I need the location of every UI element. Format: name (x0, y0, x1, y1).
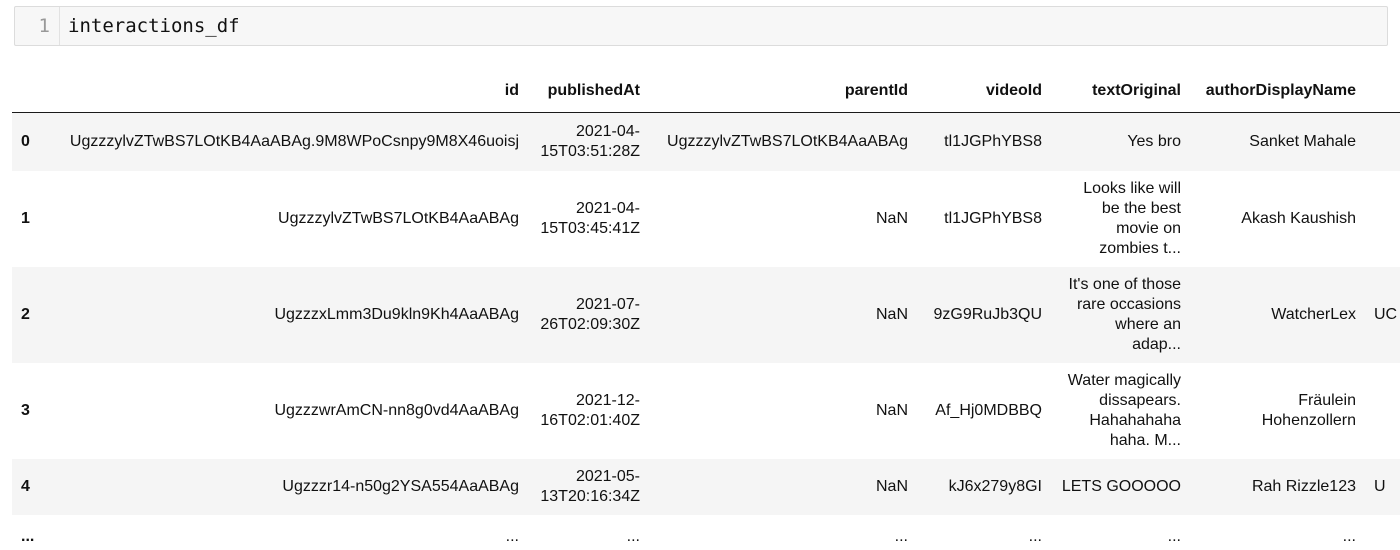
cell-overflow (1365, 113, 1400, 171)
cell-id: UgzzzwrAmCN-nn8g0vd4AaABAg (274, 401, 519, 419)
cell-text-original: It's one of those rare occasions where an a… (1068, 275, 1181, 353)
cell-overflow: U (1374, 477, 1386, 495)
column-header: authorDisplayName (1190, 70, 1365, 113)
ellipsis-cell: ... (626, 527, 640, 545)
column-header (1365, 70, 1400, 113)
cell-video-id: tl1JGPhYBS8 (944, 209, 1042, 227)
table-row: 1 UgzzzylvZTwBS7LOtKB4AaABAg 2021-04- 15T03… (12, 170, 1400, 267)
ellipsis-cell (1365, 515, 1400, 550)
column-header: id (46, 70, 528, 113)
cell-author-display-name: Akash Kaushish (1241, 209, 1356, 227)
index-header (12, 70, 46, 113)
cell-parent-id: NaN (875, 401, 908, 419)
cell-id: Ugzzzr14-n50g2YSA554AaABAg (282, 477, 519, 495)
row-index: 0 (21, 132, 30, 150)
cell-published-at: 2021-04- 15T03:45:41Z (540, 199, 640, 237)
table-row: 4 Ugzzzr14-n50g2YSA554AaABAg 2021-05- 13T20… (12, 458, 1400, 515)
row-index: 4 (21, 477, 30, 495)
column-header: publishedAt (528, 70, 649, 113)
code-cell[interactable]: 1 interactions_df (14, 6, 1388, 46)
notebook-page: 1 interactions_df id publishedAt parentI… (0, 0, 1400, 550)
table-row: 3 UgzzzwrAmCN-nn8g0vd4AaABAg 2021-12- 16T02… (12, 362, 1400, 459)
cell-id: UgzzzylvZTwBS7LOtKB4AaABAg (278, 209, 519, 227)
cell-parent-id: UgzzzylvZTwBS7LOtKB4AaABAg (667, 132, 908, 150)
table-body: 0 UgzzzylvZTwBS7LOtKB4AaABAg.9M8WPoCsnpy9… (12, 112, 1400, 550)
cell-author-display-name: WatcherLex (1271, 305, 1356, 323)
cell-author-display-name: Sanket Mahale (1249, 132, 1356, 150)
cell-published-at: 2021-04- 15T03:51:28Z (540, 122, 640, 160)
cell-published-at: 2021-07- 26T02:09:30Z (540, 295, 640, 333)
cell-published-at: 2021-12- 16T02:01:40Z (540, 391, 640, 429)
row-index: 1 (21, 209, 30, 227)
cell-text-original: Water magically dissapears. Hahahahaha haha… (1067, 371, 1181, 449)
cell-id: UgzzzylvZTwBS7LOtKB4AaABAg.9M8WPoCsnpy9M… (69, 132, 519, 150)
cell-text-original: LETS GOOOOO (1061, 477, 1181, 495)
cell-text-original: Yes bro (1127, 132, 1181, 150)
column-header: parentId (649, 70, 917, 113)
cell-output: id publishedAt parentId videoId textOrig… (12, 70, 1400, 550)
cell-author-display-name: Rah Rizzle123 (1251, 477, 1356, 495)
cell-author-display-name: Fräulein Hohenzollern (1261, 391, 1356, 429)
cell-video-id: kJ6x279y8GI (948, 477, 1042, 495)
cell-video-id: tl1JGPhYBS8 (944, 132, 1042, 150)
ellipsis-row: ..................... (12, 514, 1400, 550)
ellipsis-cell: ... (1167, 527, 1181, 545)
cell-text-original: Looks like will be the best movie on zombie… (1083, 179, 1181, 257)
table-header-row: id publishedAt parentId videoId textOrig… (12, 70, 1400, 113)
cell-parent-id: NaN (875, 305, 908, 323)
cell-video-id: Af_Hj0MDBBQ (935, 401, 1042, 419)
cell-published-at: 2021-05- 13T20:16:34Z (540, 467, 640, 505)
cell-overflow (1365, 363, 1400, 459)
cell-parent-id: NaN (875, 209, 908, 227)
dataframe-table: id publishedAt parentId videoId textOrig… (12, 70, 1400, 550)
row-index: 3 (21, 401, 30, 419)
cell-parent-id: NaN (875, 477, 908, 495)
table-row: 0 UgzzzylvZTwBS7LOtKB4AaABAg.9M8WPoCsnpy9… (12, 112, 1400, 171)
ellipsis-cell: ... (505, 527, 519, 545)
code-text[interactable]: interactions_df (60, 15, 240, 37)
ellipsis-cell: ... (894, 527, 908, 545)
ellipsis-cell: ... (1028, 527, 1042, 545)
cell-video-id: 9zG9RuJb3QU (933, 305, 1043, 323)
ellipsis-cell: ... (1342, 527, 1356, 545)
line-number: 1 (38, 15, 50, 37)
table-row: 2 UgzzzxLmm3Du9kln9Kh4AaABAg 2021-07- 26T02… (12, 266, 1400, 363)
column-header: videoId (917, 70, 1051, 113)
column-header: textOriginal (1051, 70, 1190, 113)
cell-overflow: UC (1374, 305, 1398, 323)
cell-id: UgzzzxLmm3Du9kln9Kh4AaABAg (274, 305, 519, 323)
row-index: 2 (21, 305, 30, 323)
row-index: ... (21, 527, 35, 545)
cell-overflow (1365, 171, 1400, 267)
